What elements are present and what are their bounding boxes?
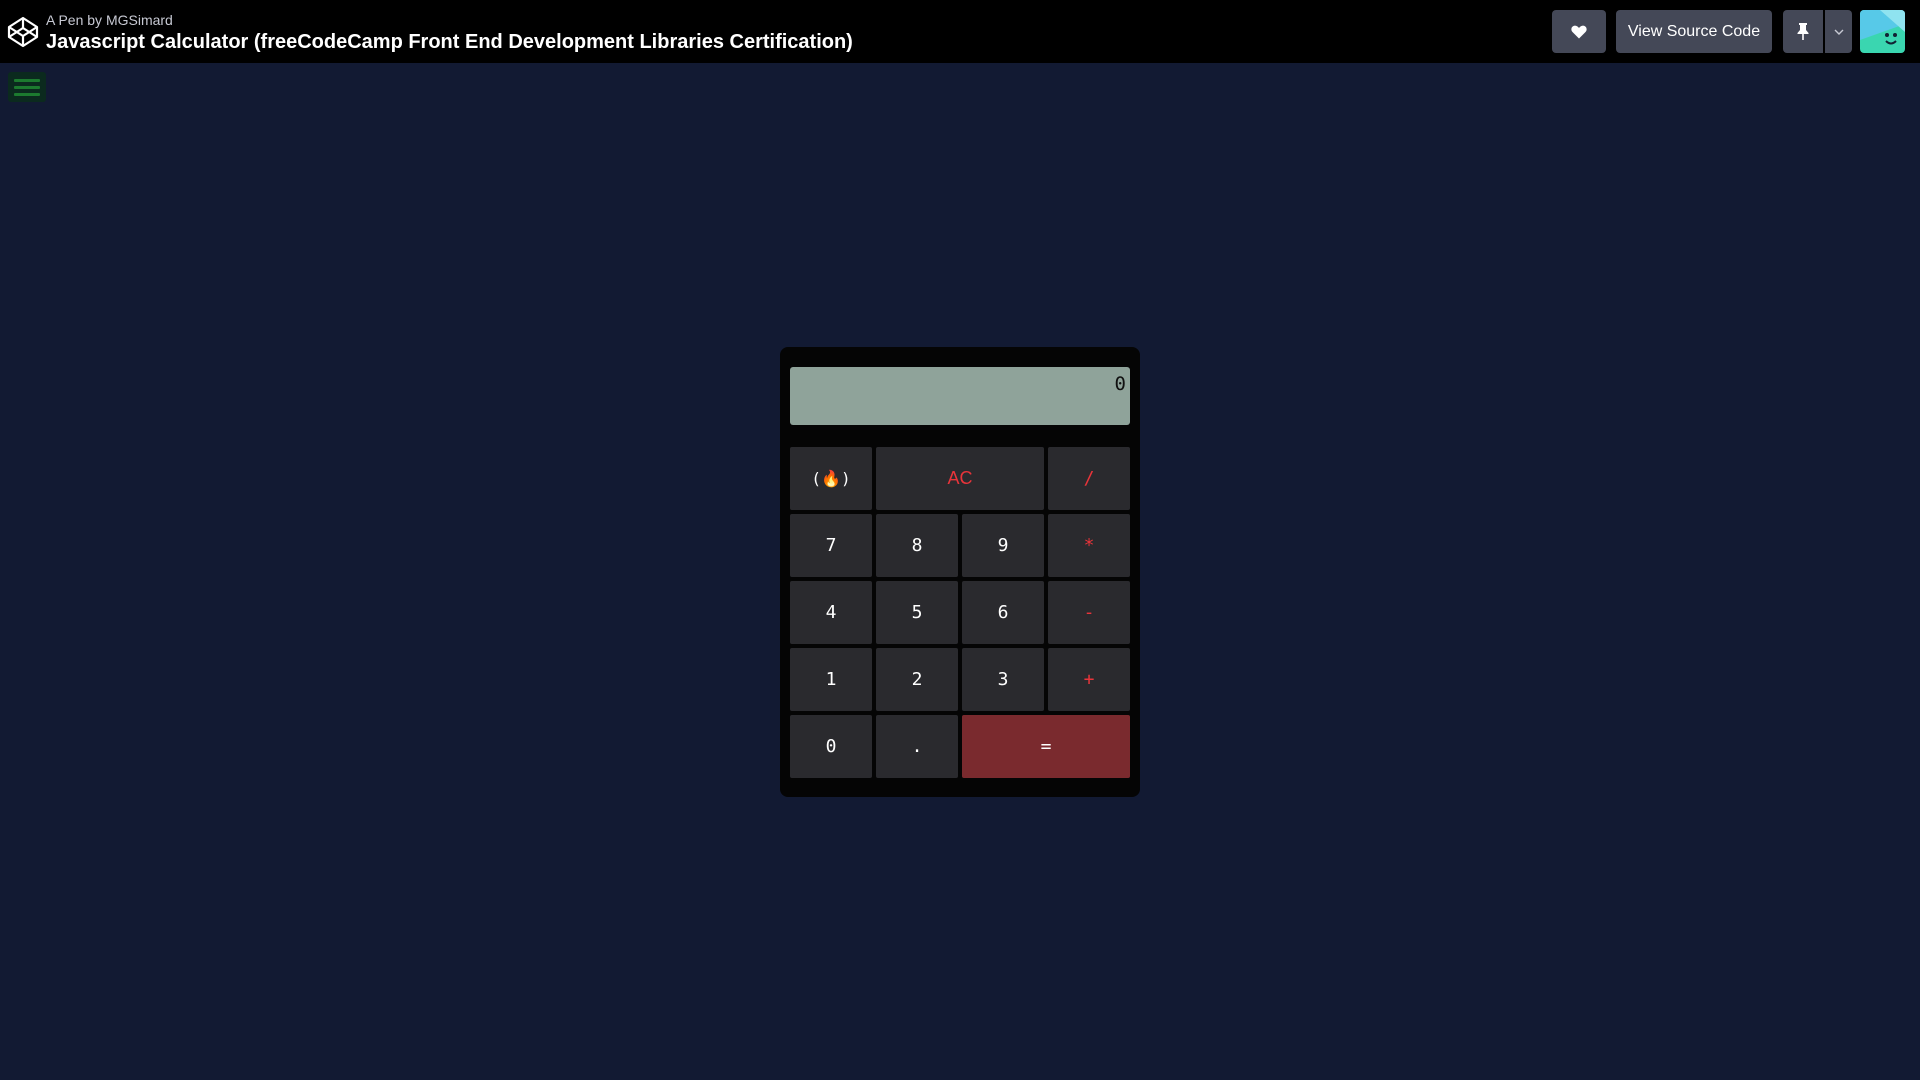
- pen-header: A Pen by MGSimard Javascript Calculator …: [0, 0, 1920, 63]
- pen-byline: A Pen by MGSimard: [46, 12, 853, 28]
- hamburger-menu-icon[interactable]: [8, 72, 46, 102]
- digit-3-button[interactable]: 3: [962, 648, 1044, 711]
- calculator-display: 0: [790, 367, 1130, 425]
- multiply-button[interactable]: *: [1048, 514, 1130, 577]
- subtract-button[interactable]: -: [1048, 581, 1130, 644]
- digit-5-button[interactable]: 5: [876, 581, 958, 644]
- heart-icon: [1571, 25, 1587, 38]
- digit-6-button[interactable]: 6: [962, 581, 1044, 644]
- menu-bar: [14, 78, 40, 82]
- pin-icon: [1797, 23, 1809, 40]
- pen-title-block: A Pen by MGSimard Javascript Calculator …: [46, 12, 853, 55]
- display-value: 0: [1114, 373, 1126, 395]
- like-button[interactable]: [1552, 10, 1606, 53]
- equals-button[interactable]: =: [962, 715, 1130, 778]
- codepen-logo-icon[interactable]: [6, 15, 40, 49]
- view-source-button[interactable]: View Source Code: [1616, 10, 1772, 53]
- avatar-image: [1860, 10, 1905, 53]
- author-link[interactable]: MGSimard: [106, 12, 173, 28]
- page-title: Javascript Calculator (freeCodeCamp Fron…: [46, 31, 853, 53]
- digit-4-button[interactable]: 4: [790, 581, 872, 644]
- fcc-key[interactable]: (🔥): [790, 447, 872, 510]
- digit-1-button[interactable]: 1: [790, 648, 872, 711]
- digit-0-button[interactable]: 0: [790, 715, 872, 778]
- divide-button[interactable]: /: [1048, 447, 1130, 510]
- chevron-down-icon: [1834, 29, 1843, 35]
- avatar[interactable]: [1860, 10, 1905, 53]
- calculator: 0 (🔥) AC / 7 8 9 * 4 5 6 - 1 2 3 + 0 . =: [780, 347, 1140, 797]
- pin-dropdown-button[interactable]: [1825, 10, 1852, 53]
- digit-7-button[interactable]: 7: [790, 514, 872, 577]
- digit-2-button[interactable]: 2: [876, 648, 958, 711]
- add-button[interactable]: +: [1048, 648, 1130, 711]
- digit-8-button[interactable]: 8: [876, 514, 958, 577]
- clear-button[interactable]: AC: [876, 447, 1044, 510]
- decimal-button[interactable]: .: [876, 715, 958, 778]
- digit-9-button[interactable]: 9: [962, 514, 1044, 577]
- menu-bar: [14, 92, 40, 96]
- pin-button[interactable]: [1783, 10, 1823, 53]
- byline-prefix: A Pen by: [46, 12, 103, 28]
- menu-bar: [14, 85, 40, 89]
